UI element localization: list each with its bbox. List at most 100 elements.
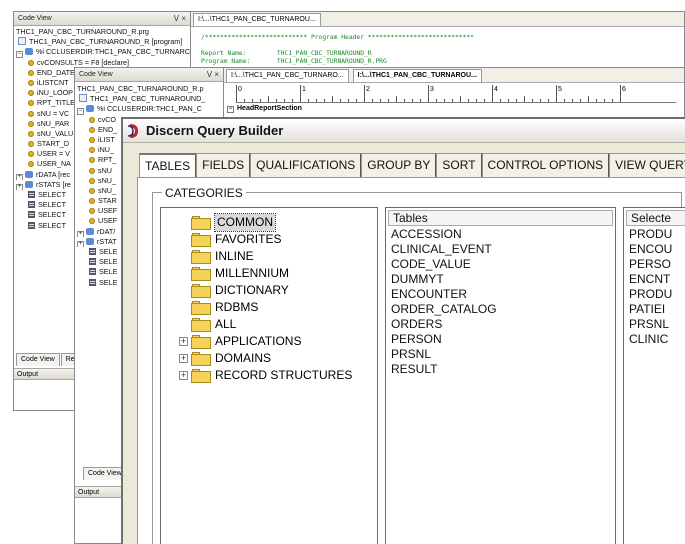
tab-qualifications[interactable]: QUALIFICATIONS xyxy=(250,153,362,177)
tree-node-label: USER_NA xyxy=(37,159,71,169)
category-item[interactable]: + DOMAINS xyxy=(179,350,352,367)
category-label: RECORD STRUCTURES xyxy=(215,368,353,382)
query-builder-titlebar[interactable]: Discern Query Builder xyxy=(123,119,685,143)
tab-view-query[interactable]: VIEW QUERY xyxy=(609,153,685,177)
ruler-tick xyxy=(308,99,309,102)
tree-node[interactable]: THC1_PAN_CBC_TURNAROUND_ xyxy=(77,94,223,104)
ruler-tick xyxy=(404,99,405,102)
tables-list[interactable]: Tables ACCESSION CLINICAL_EVENT CODE_VALUE… xyxy=(385,207,616,544)
tree-node-label: sNU_ xyxy=(98,185,116,195)
tab-fields[interactable]: FIELDS xyxy=(196,153,251,177)
selected-tables-list[interactable]: Selecte PRODU ENCOU PERSO ENCNT PRODU PATIEI P… xyxy=(623,207,685,544)
ruler-tick xyxy=(516,99,517,102)
selected-table-item[interactable]: PERSO xyxy=(629,257,685,272)
ruler-tick xyxy=(348,99,349,102)
tab-sort[interactable]: SORT xyxy=(436,153,482,177)
output-label-1: Output xyxy=(17,371,39,378)
table-item[interactable]: ORDER_CATALOG xyxy=(391,302,615,317)
category-item[interactable]: ALL xyxy=(179,316,352,333)
include-icon xyxy=(25,170,33,178)
editor-tab-2b[interactable]: I:\...\THC1_PAN_CBC_TURNAROU... xyxy=(352,69,482,82)
table-item[interactable]: ENCOUNTER xyxy=(391,287,615,302)
select-table-icon xyxy=(28,191,35,198)
category-item[interactable]: COMMON xyxy=(179,213,352,232)
category-item[interactable]: INLINE xyxy=(179,248,352,265)
select-table-icon xyxy=(89,258,96,266)
select-table-icon xyxy=(89,278,96,286)
pin-close-icon-2[interactable]: V × xyxy=(207,68,219,81)
collapse-icon[interactable]: − xyxy=(227,106,234,113)
table-item[interactable]: CODE_VALUE xyxy=(391,257,615,272)
expand-icon[interactable]: + xyxy=(179,337,188,346)
table-item[interactable]: PERSON xyxy=(391,332,615,347)
category-item[interactable]: FAVORITES xyxy=(179,231,352,248)
tree-node-label: rDATA [rec xyxy=(36,169,71,179)
selected-table-item[interactable]: CLINIC xyxy=(629,332,685,347)
ruler-tick xyxy=(508,99,509,102)
category-label: MILLENNIUM xyxy=(215,266,290,280)
ruler-tick xyxy=(460,96,461,102)
editor-tab-2a[interactable]: I:\...\THC1_PAN_CBC_TURNARO... xyxy=(226,69,349,82)
ruler-tick xyxy=(452,99,453,102)
tab-group-by[interactable]: GROUP BY xyxy=(361,153,437,177)
folder-icon xyxy=(191,266,211,281)
tree-node-label: iNU_LOOP xyxy=(37,88,73,98)
table-item[interactable]: RESULT xyxy=(391,362,615,377)
variable-icon xyxy=(28,110,34,117)
tree-node[interactable]: THC1_PAN_CBC_TURNAROUND_R.prg xyxy=(16,27,190,37)
program-icon xyxy=(79,94,87,103)
expand-icon[interactable]: + xyxy=(179,371,188,380)
variable-icon xyxy=(89,116,95,123)
selected-table-item[interactable]: ENCNT xyxy=(629,272,685,287)
include-icon xyxy=(25,180,33,188)
tree-node-label: sNU xyxy=(98,165,112,175)
variable-icon xyxy=(28,90,34,97)
selected-table-item[interactable]: ENCOU xyxy=(629,242,685,257)
categories-tree[interactable]: COMMON FAVORITES INLINE MILLENNIUM DICTIONAR… xyxy=(160,207,378,544)
table-item[interactable]: ORDERS xyxy=(391,317,615,332)
category-label: INLINE xyxy=(215,249,254,263)
tree-node-label: THC1_PAN_CBC_TURNAROUND_R.p xyxy=(77,84,204,93)
tree-node-label: SELE xyxy=(99,247,118,256)
selected-table-item[interactable]: PRODU xyxy=(629,227,685,242)
tree-node[interactable]: − %i CCLUSERDIR:THC1_PAN_C xyxy=(77,104,223,115)
category-item[interactable]: RDBMS xyxy=(179,299,352,316)
tree-node[interactable]: − %i CCLUSERDIR:THC1_PAN_CBC_TURNARC xyxy=(16,47,190,58)
expand-icon[interactable]: + xyxy=(179,354,188,363)
category-label: ALL xyxy=(215,317,237,331)
code-view-titlebar-1[interactable]: Code View V × xyxy=(14,12,190,26)
ruler-number: 4 xyxy=(494,86,498,93)
pin-close-icon[interactable]: V × xyxy=(174,12,186,25)
editor-tab-1[interactable]: I:\...\THC1_PAN_CBC_TURNAROU... xyxy=(193,13,321,26)
ruler-tick xyxy=(276,99,277,102)
include-icon xyxy=(86,105,94,113)
code-line: /*************************** Program Hea… xyxy=(201,34,474,41)
table-item[interactable]: ACCESSION xyxy=(391,227,615,242)
tree-node[interactable]: THC1_PAN_CBC_TURNAROUND_R.p xyxy=(77,84,223,94)
section-header: − HeadReportSection xyxy=(227,104,302,114)
category-item[interactable]: MILLENNIUM xyxy=(179,265,352,282)
table-item[interactable]: CLINICAL_EVENT xyxy=(391,242,615,257)
ruler-number: 2 xyxy=(366,86,370,93)
selected-table-item[interactable]: PRSNL xyxy=(629,317,685,332)
code-view-titlebar-2[interactable]: Code View V × xyxy=(75,68,223,82)
tree-node-label: SELECT xyxy=(38,220,66,230)
table-item[interactable]: PRSNL xyxy=(391,347,615,362)
ruler-tick xyxy=(492,85,493,102)
tree-node[interactable]: THC1_PAN_CBC_TURNAROUND_R [program] xyxy=(16,37,190,47)
variable-icon xyxy=(89,126,95,133)
category-item[interactable]: + RECORD STRUCTURES xyxy=(179,367,352,384)
select-table-icon xyxy=(28,211,35,219)
category-item[interactable]: DICTIONARY xyxy=(179,282,352,299)
selected-table-item[interactable]: PRODU xyxy=(629,287,685,302)
folder-icon xyxy=(191,232,211,247)
folder-icon xyxy=(191,368,211,383)
tab-control-options[interactable]: CONTROL OPTIONS xyxy=(481,153,610,177)
tab-code-view-1[interactable]: Code View xyxy=(16,353,60,366)
table-item[interactable]: DUMMYT xyxy=(391,272,615,287)
selected-table-item[interactable]: PATIEI xyxy=(629,302,685,317)
tab-tables[interactable]: TABLES xyxy=(139,153,197,178)
ruler-tick xyxy=(284,99,285,102)
category-item[interactable]: + APPLICATIONS xyxy=(179,333,352,350)
folder-body xyxy=(191,302,211,315)
